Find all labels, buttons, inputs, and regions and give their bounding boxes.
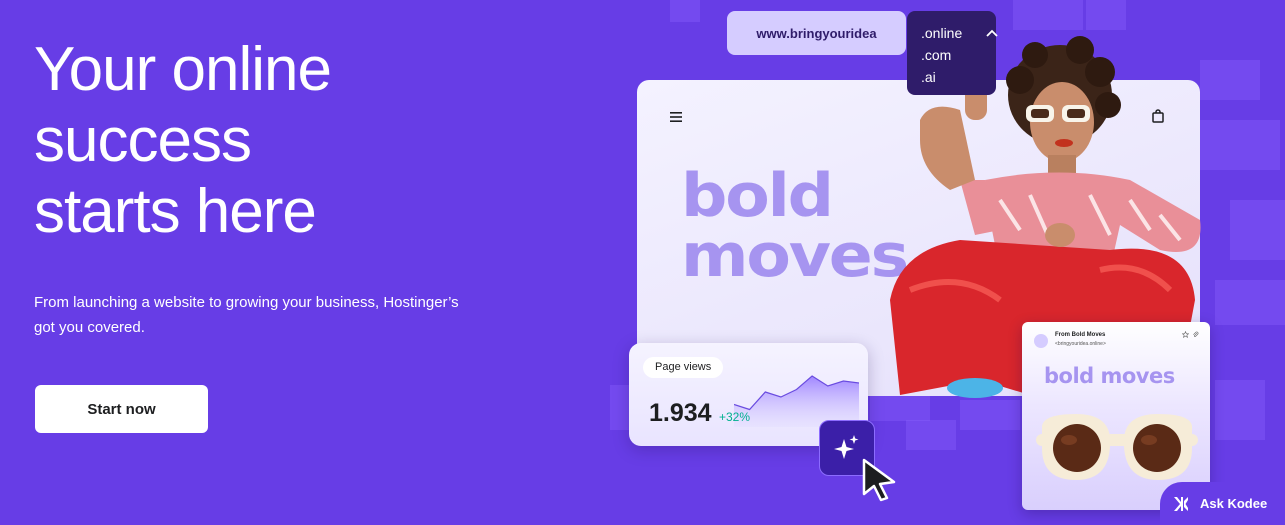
start-now-button[interactable]: Start now xyxy=(35,385,208,433)
background-tile xyxy=(670,0,700,22)
page-views-change: +32% xyxy=(719,410,751,424)
email-from: From Bold Moves xyxy=(1055,332,1106,338)
paperclip-icon[interactable] xyxy=(1192,331,1199,338)
kodee-icon xyxy=(1174,496,1188,511)
tld-option[interactable]: .ai xyxy=(921,66,996,88)
email-address: <bringyouridea.online> xyxy=(1055,341,1106,347)
tld-option-label: .com xyxy=(921,47,952,63)
email-avatar xyxy=(1034,334,1048,348)
hero-subtitle-line: got you covered. xyxy=(34,319,145,336)
shopping-bag-icon[interactable] xyxy=(1152,109,1164,123)
hero-title: Your online success starts here xyxy=(34,34,554,247)
tld-option[interactable]: .com xyxy=(921,44,996,66)
email-heading: bold moves xyxy=(1044,364,1175,388)
page-views-sparkline xyxy=(734,375,859,427)
preview-heading-line: bold xyxy=(681,161,834,231)
background-tile xyxy=(1200,60,1260,100)
background-tile xyxy=(1200,120,1280,170)
page-views-value: 1.934 xyxy=(649,399,712,427)
tld-option-label: .online xyxy=(921,25,963,41)
hero-title-line: starts here xyxy=(34,177,317,246)
page-views-label: Page views xyxy=(643,357,724,378)
domain-text: www.bringyouridea xyxy=(756,25,877,41)
background-tile xyxy=(960,400,1020,430)
ask-kodee-button[interactable]: Ask Kodee xyxy=(1160,482,1285,525)
preview-heading-line: moves xyxy=(681,221,909,291)
tld-dropdown[interactable]: .online .com .ai xyxy=(907,11,999,95)
chevron-up-icon[interactable] xyxy=(985,22,999,44)
star-icon[interactable] xyxy=(1182,331,1189,338)
background-tile xyxy=(1086,0,1126,30)
menu-icon[interactable] xyxy=(670,112,682,122)
background-tile xyxy=(1013,0,1083,30)
background-tile xyxy=(1215,280,1285,325)
ask-kodee-label: Ask Kodee xyxy=(1200,496,1268,511)
hero-subtitle: From launching a website to growing your… xyxy=(34,290,514,340)
tld-option[interactable]: .online xyxy=(921,22,999,44)
tld-option-label: .ai xyxy=(921,69,936,85)
background-tile xyxy=(870,396,930,421)
background-tile xyxy=(1215,380,1265,440)
hero-title-line: Your online xyxy=(34,35,332,104)
preview-heading: bold moves xyxy=(681,161,909,291)
domain-search-field[interactable]: www.bringyouridea xyxy=(727,11,906,55)
sunglasses-image xyxy=(1036,414,1198,480)
cursor-pointer-icon xyxy=(862,458,896,502)
background-tile xyxy=(906,420,956,450)
hero-subtitle-line: From launching a website to growing your… xyxy=(34,294,459,311)
background-tile xyxy=(1230,200,1285,260)
hero-title-line: success xyxy=(34,106,252,175)
